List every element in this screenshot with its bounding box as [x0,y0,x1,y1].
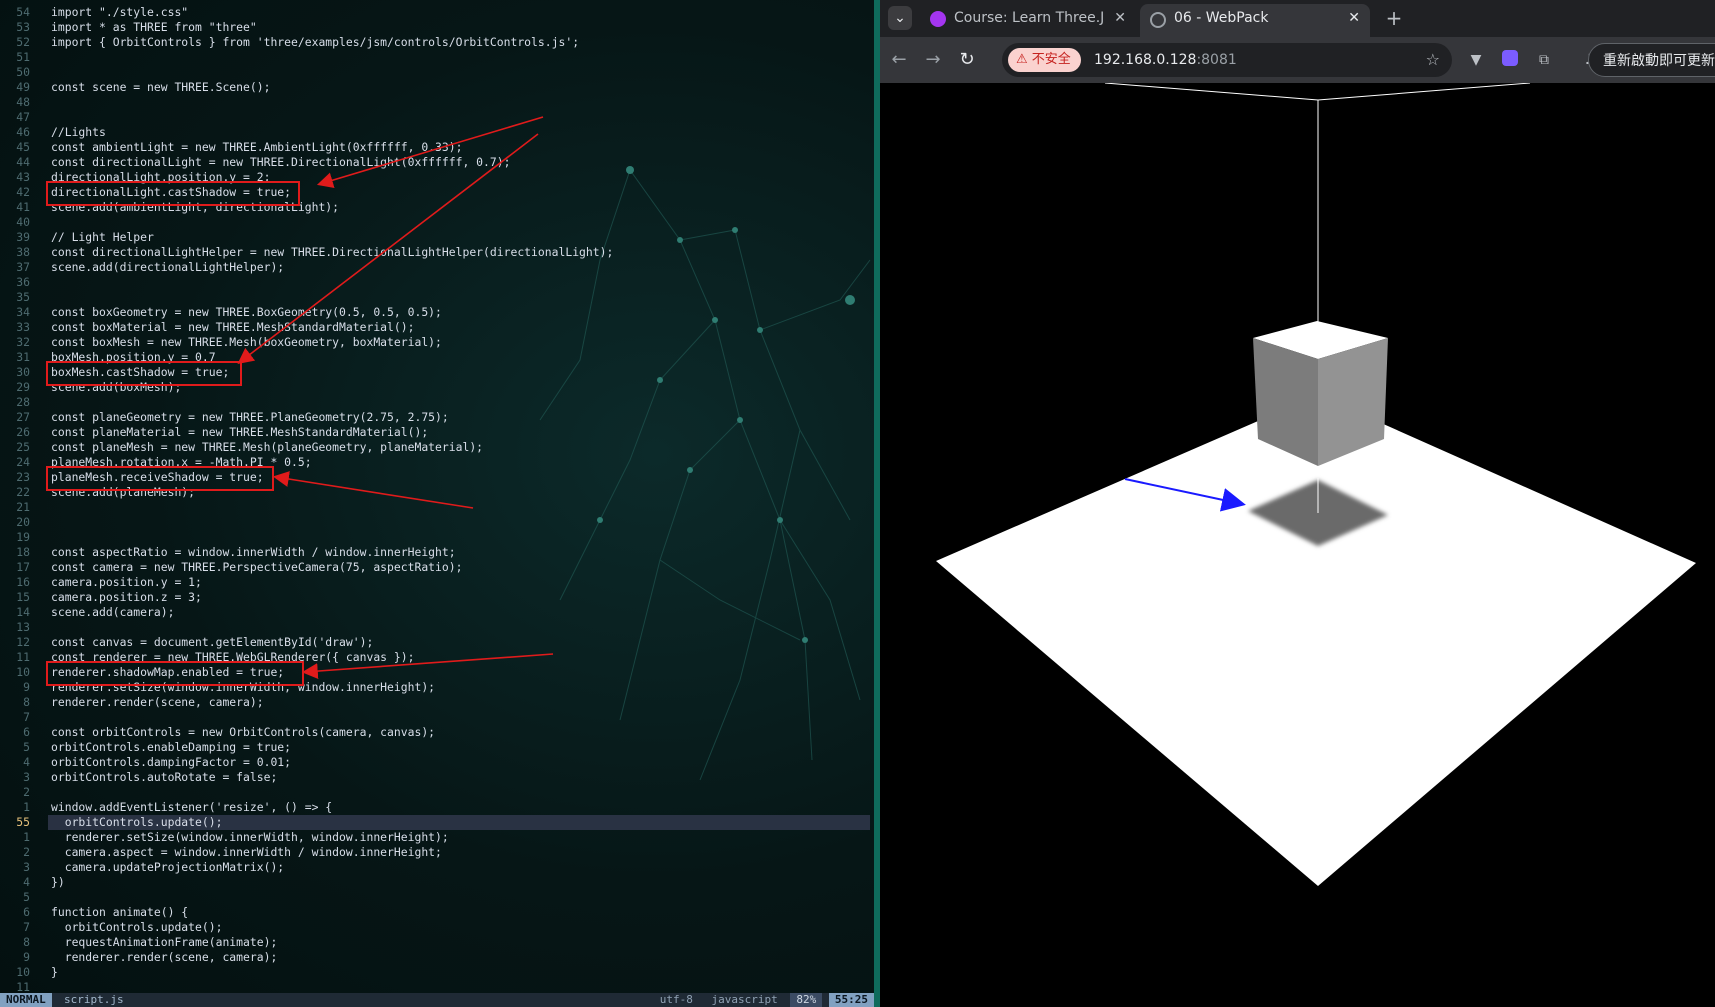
url-host: 192.168.0.128 [1094,52,1197,68]
security-label: 不安全 [1031,52,1071,67]
back-button[interactable]: ← [886,47,912,73]
plus-icon: + [1385,6,1403,30]
tab-course[interactable]: Course: Learn Three.Js a ✕ [920,4,1136,37]
webgl-canvas[interactable] [880,83,1715,1007]
extension-shield-icon[interactable] [1500,50,1520,70]
tab-title: Course: Learn Three.Js a [954,10,1104,26]
browser-toolbar: ← → ↻ ⚠ 不安全 192.168.0.128:8081 ☆ ▼ ⧉ ♫ ▮… [880,37,1715,83]
arrow-to-castshadow-light [316,116,544,188]
arrow-left-icon: ← [891,49,907,70]
extensions-puzzle-icon[interactable]: ⧉ [1534,50,1554,70]
status-filetype: javascript [711,993,778,1006]
browser-window: ⌄ Course: Learn Three.Js a ✕ 06 - WebPac… [880,0,1715,1007]
chevron-down-icon: ⌄ [894,10,906,26]
bookmark-star-icon[interactable]: ☆ [1426,43,1440,77]
mode-indicator: NORMAL [0,993,52,1007]
tab-bar: ⌄ Course: Learn Three.Js a ✕ 06 - WebPac… [880,0,1715,37]
arrow-to-shadowmap-enabled [301,653,554,680]
forward-button[interactable]: → [920,47,946,73]
new-tab-button[interactable]: + [1380,4,1408,32]
reload-icon: ↻ [959,49,975,70]
security-warning-chip[interactable]: ⚠ 不安全 [1008,48,1081,72]
arrow-to-receiveshadow-plane [272,471,474,509]
udemy-icon [930,11,946,27]
status-percent: 82% [790,993,823,1007]
close-icon[interactable]: ✕ [1114,4,1126,32]
code-editor[interactable]: 54 import "./style.css" 53 import * as THRE… [0,0,874,1007]
url-text[interactable]: 192.168.0.128:8081 [1094,43,1237,77]
status-cursor-position: 55:25 [828,993,874,1007]
url-port: :8081 [1196,52,1237,68]
annotation-arrows [237,116,554,680]
status-line: NORMAL script.js utf-8 javascript 82% 55… [0,993,874,1007]
tab-search-button[interactable]: ⌄ [888,6,912,30]
three-scene-render [936,83,1696,886]
tab-title: 06 - WebPack [1174,10,1269,26]
tab-webpack[interactable]: 06 - WebPack ✕ [1140,4,1370,37]
reload-button[interactable]: ↻ [954,47,980,73]
warning-triangle-icon: ⚠ [1016,52,1032,67]
status-filename: script.js [64,993,124,1006]
ground-plane [936,395,1696,886]
relaunch-to-update-button[interactable]: 重新啟動即可更新 [1588,43,1715,77]
address-bar[interactable]: ⚠ 不安全 192.168.0.128:8081 ☆ [1002,43,1452,77]
arrow-right-icon: → [925,49,941,70]
arrow-to-castshadow-box [237,133,539,364]
status-encoding: utf-8 [659,993,693,1006]
globe-icon [1150,12,1166,28]
close-icon[interactable]: ✕ [1348,4,1360,32]
vue-devtools-icon[interactable]: ▼ [1466,50,1486,70]
